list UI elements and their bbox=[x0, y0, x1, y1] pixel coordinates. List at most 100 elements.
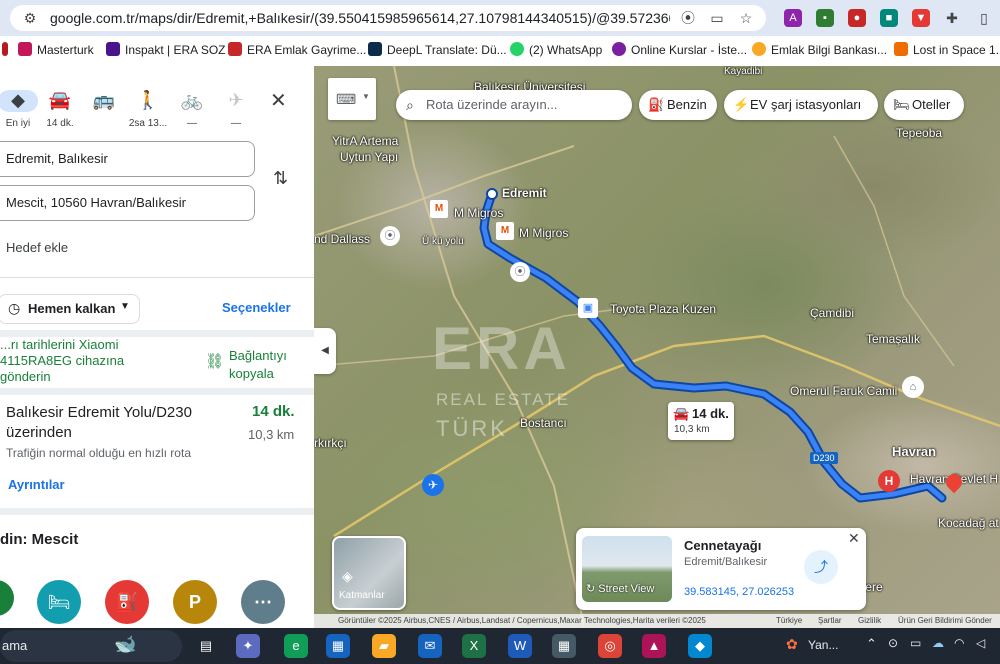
destination-field[interactable]: Mescit, 10560 Havran/Balıkesir bbox=[0, 185, 255, 221]
copy-link-button[interactable]: Bağlantıyı kopyala bbox=[229, 347, 287, 383]
place-label[interactable]: M Migros bbox=[454, 206, 503, 220]
edge-icon[interactable]: e bbox=[284, 634, 308, 658]
weather-icon[interactable]: ✿ bbox=[786, 636, 798, 653]
travel-mode-transit[interactable]: 🚌 bbox=[84, 90, 124, 118]
app-icon[interactable]: ▲ bbox=[642, 634, 666, 658]
options-button[interactable]: Seçenekler bbox=[222, 300, 291, 315]
bookmark-item[interactable]: Masterturk bbox=[18, 42, 94, 57]
parking-icon[interactable]: P bbox=[173, 580, 217, 624]
location-icon[interactable]: ⦿ bbox=[680, 10, 696, 26]
tray-icon[interactable]: ▭ bbox=[910, 636, 921, 650]
bookmark-item[interactable]: Inspakt | ERA SOZ bbox=[106, 42, 226, 57]
travel-mode-bike[interactable]: 🚲 — bbox=[172, 90, 212, 129]
travel-mode-car[interactable]: 🚘 14 dk. bbox=[40, 90, 80, 129]
swap-icon[interactable]: ⇅ bbox=[273, 168, 288, 189]
copilot-icon[interactable]: ✦ bbox=[236, 634, 260, 658]
place-label[interactable]: Çamdibi bbox=[810, 306, 854, 320]
url-text[interactable]: google.com.tr/maps/dir/Edremit,+Balıkesi… bbox=[50, 10, 670, 26]
weather-text[interactable]: Yan... bbox=[808, 638, 838, 652]
place-label[interactable]: M Migros bbox=[519, 226, 568, 240]
chrome-icon[interactable]: ◎ bbox=[598, 634, 622, 658]
place-label[interactable]: Omerul Faruk Camii bbox=[790, 384, 897, 398]
chip-ev-charging[interactable]: ⚡ EV şarj istasyonları bbox=[724, 90, 878, 120]
place-label[interactable]: Kayadibi bbox=[724, 66, 762, 77]
tray-icon[interactable]: ⊙ bbox=[888, 636, 898, 650]
chevron-up-icon[interactable]: ⌃ bbox=[866, 636, 877, 652]
excel-icon[interactable]: X bbox=[462, 634, 486, 658]
travel-mode-flight[interactable]: ✈ — bbox=[216, 90, 256, 129]
file-explorer-icon[interactable]: ▰ bbox=[372, 634, 396, 658]
layers-button[interactable]: ◈ Katmanlar bbox=[332, 536, 406, 610]
place-label[interactable]: Bostancı bbox=[520, 416, 567, 430]
origin-field[interactable]: Edremit, Balıkesir bbox=[0, 141, 255, 177]
split-view-icon[interactable]: ▯ bbox=[976, 10, 992, 26]
place-label[interactable]: rkırkçı bbox=[314, 436, 347, 450]
hospital-icon[interactable]: H bbox=[878, 470, 900, 492]
route-search-input[interactable]: ⌕ Rota üzerinde arayın... bbox=[396, 90, 632, 120]
shop-icon[interactable]: M bbox=[430, 200, 448, 218]
paint-icon[interactable]: ◆ bbox=[688, 634, 712, 658]
shop-icon[interactable]: M bbox=[496, 222, 514, 240]
more-icon[interactable]: ⋯ bbox=[241, 580, 285, 624]
extensions-puzzle-icon[interactable]: ✚ bbox=[944, 10, 960, 26]
bookmark-item[interactable]: Emlak Bilgi Bankası... bbox=[752, 42, 887, 57]
car-dealer-icon[interactable]: ▣ bbox=[578, 298, 598, 318]
extension-icon[interactable]: ▪ bbox=[816, 9, 834, 27]
footer-link[interactable]: Ürün Geri Bildirimi Gönder bbox=[898, 616, 992, 625]
keyboard-button[interactable]: ⌨ ▼ bbox=[328, 78, 376, 120]
place-label[interactable]: Tepeoba bbox=[896, 126, 942, 140]
travel-mode-walk[interactable]: 🚶 2sa 13... bbox=[128, 90, 168, 129]
route-time-badge[interactable]: 🚘 14 dk. 10,3 km bbox=[668, 402, 734, 440]
send-to-device-icon[interactable]: ▭ bbox=[709, 10, 725, 26]
place-label[interactable]: Uytun Yapı bbox=[340, 150, 398, 164]
place-label[interactable]: Temaşalık bbox=[866, 332, 920, 346]
collapse-panel-button[interactable]: ◀ bbox=[314, 328, 336, 374]
chip-gas[interactable]: ⛽ Benzin bbox=[639, 90, 717, 120]
travel-mode-best[interactable]: ◆ En iyi bbox=[0, 90, 38, 129]
bookmark-item[interactable]: Lost in Space 1. Se bbox=[894, 42, 1000, 57]
extension-icon[interactable]: ▼ bbox=[912, 9, 930, 27]
add-destination[interactable]: Hedef ekle bbox=[6, 240, 68, 255]
bookmark-star-icon[interactable]: ☆ bbox=[738, 10, 754, 26]
place-label[interactable]: Edremit bbox=[502, 186, 547, 200]
wifi-icon[interactable]: ◠ bbox=[954, 636, 964, 650]
route-title[interactable]: Balıkesir Edremit Yolu/D230 üzerinden bbox=[6, 403, 192, 443]
close-icon[interactable]: ✕ bbox=[270, 88, 287, 113]
taskbar-search[interactable] bbox=[0, 630, 182, 662]
task-view-icon[interactable]: ▤ bbox=[194, 634, 218, 658]
place-pin-icon[interactable]: ⦿ bbox=[510, 262, 530, 282]
details-button[interactable]: Ayrıntılar bbox=[8, 477, 65, 492]
airport-icon[interactable]: ✈ bbox=[422, 474, 444, 496]
site-info-icon[interactable]: ⚙ bbox=[22, 10, 38, 26]
volume-icon[interactable]: ◁ bbox=[976, 636, 985, 650]
extension-icon[interactable]: ■ bbox=[880, 9, 898, 27]
hotel-icon[interactable]: 🛏 bbox=[37, 580, 81, 624]
bookmark-item[interactable]: ERA Emlak Gayrime... bbox=[228, 42, 366, 57]
place-label[interactable]: Havran bbox=[892, 444, 936, 459]
street-view-thumbnail[interactable]: ↻ Street View bbox=[582, 536, 672, 602]
close-icon[interactable]: ✕ bbox=[848, 530, 860, 547]
chip-hotels[interactable]: 🛏 Oteller bbox=[884, 90, 964, 120]
extension-icon[interactable]: A bbox=[784, 9, 802, 27]
bookmark-item[interactable]: (2) WhatsApp bbox=[510, 42, 602, 57]
send-to-phone-text[interactable]: ...rı tarihlerini Xiaomi 4115RA8EG cihaz… bbox=[0, 337, 200, 385]
place-label[interactable]: Kocadağ at bbox=[938, 516, 999, 530]
gas-station-icon[interactable]: ⛽ bbox=[105, 580, 149, 624]
bookmark-item[interactable]: DeepL Translate: Dü... bbox=[368, 42, 507, 57]
place-card-coordinates[interactable]: 39.583145, 27.026253 bbox=[684, 586, 794, 598]
onedrive-icon[interactable]: ☁ bbox=[932, 636, 944, 650]
place-label[interactable]: nd Dallass bbox=[314, 232, 370, 246]
place-label[interactable]: YitrA Artema bbox=[332, 134, 398, 148]
place-card[interactable]: ↻ Street View Cennetayağı Edremit/Balıke… bbox=[576, 528, 866, 610]
share-icon[interactable]: ⤴ bbox=[804, 550, 838, 584]
calculator-icon[interactable]: ▦ bbox=[552, 634, 576, 658]
map-canvas[interactable]: ERA REAL ESTATE TÜRK Edremit M Migros M … bbox=[314, 66, 1000, 628]
store-icon[interactable]: ▦ bbox=[326, 634, 350, 658]
place-pin-icon[interactable]: ⦿ bbox=[380, 226, 400, 246]
footer-link[interactable]: Türkiye bbox=[776, 616, 802, 625]
footer-link[interactable]: Şartlar bbox=[818, 616, 842, 625]
mail-icon[interactable]: ✉ bbox=[418, 634, 442, 658]
bookmark-item[interactable] bbox=[2, 42, 13, 57]
mosque-icon[interactable]: ⌂ bbox=[902, 376, 924, 398]
bookmark-item[interactable]: Online Kurslar - İste... bbox=[612, 42, 747, 57]
